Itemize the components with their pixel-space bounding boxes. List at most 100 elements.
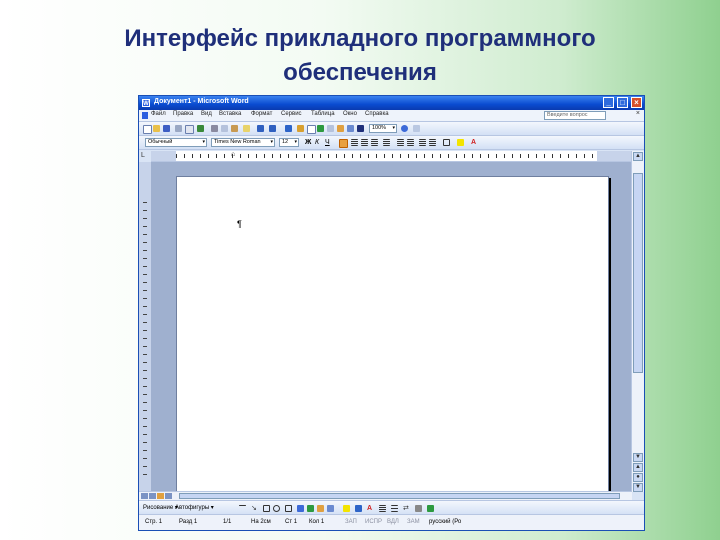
cut-icon[interactable] (211, 125, 218, 132)
read-icon[interactable] (413, 125, 420, 132)
slide-title-line2: обеспечения (283, 59, 437, 86)
tables-borders-icon[interactable] (297, 125, 304, 132)
clipart-icon[interactable] (317, 505, 324, 512)
shadow-icon[interactable] (415, 505, 422, 512)
textbox-icon[interactable] (285, 505, 292, 512)
outdent-icon[interactable] (419, 139, 426, 146)
rectangle-icon[interactable] (263, 505, 270, 512)
status-record[interactable]: ЗАП (345, 519, 357, 525)
horizontal-scroll-thumb[interactable] (179, 493, 620, 499)
menu-tools[interactable]: Сервис (281, 111, 302, 117)
menu-table[interactable]: Таблица (311, 111, 335, 117)
align-left-icon[interactable] (339, 139, 348, 148)
document-page[interactable]: ¶ (176, 176, 609, 492)
menu-help[interactable]: Справка (365, 111, 389, 117)
format-painter-icon[interactable] (243, 125, 250, 132)
menu-file[interactable]: Файл (151, 111, 166, 117)
prev-page-button[interactable]: ▲ (633, 463, 643, 472)
fill-color-icon[interactable] (343, 505, 350, 512)
menu-view[interactable]: Вид (201, 111, 212, 117)
arrow-icon[interactable]: ↘ (251, 505, 258, 512)
align-right-icon[interactable] (361, 139, 368, 146)
scroll-thumb[interactable] (633, 173, 643, 373)
help-search-input[interactable]: Введите вопрос (544, 111, 606, 120)
3d-icon[interactable] (427, 505, 434, 512)
indent-marker[interactable]: ⌂ (231, 151, 235, 159)
normal-view-icon[interactable] (141, 493, 148, 499)
redo-icon[interactable] (269, 125, 276, 132)
maximize-button[interactable]: □ (617, 97, 629, 108)
bullets-icon[interactable] (407, 139, 414, 146)
preview-icon[interactable] (185, 125, 194, 134)
draw-font-color-icon[interactable]: A (367, 505, 374, 512)
menu-format[interactable]: Формат (251, 111, 272, 117)
document-close-button[interactable]: × (636, 110, 640, 117)
ruler-ticks (176, 154, 597, 158)
window-titlebar[interactable]: W Документ1 - Microsoft Word _ □ × (139, 96, 644, 110)
help-icon[interactable] (401, 125, 408, 132)
diagram-icon[interactable] (307, 505, 314, 512)
select-browse-object-button[interactable]: ● (633, 473, 643, 482)
line-spacing-icon[interactable] (383, 139, 390, 146)
menu-edit[interactable]: Правка (173, 111, 193, 117)
align-center-icon[interactable] (351, 139, 358, 146)
next-page-button[interactable]: ▼ (633, 483, 643, 492)
new-icon[interactable] (143, 125, 152, 134)
paste-icon[interactable] (231, 125, 238, 132)
hyperlink-icon[interactable] (285, 125, 292, 132)
arrow-style-icon[interactable]: ⇄ (403, 505, 410, 512)
columns-icon[interactable] (327, 125, 334, 132)
style-select[interactable]: Обычный ▾ (145, 138, 207, 147)
document-workspace: ¶ (151, 162, 632, 492)
save-icon[interactable] (163, 125, 170, 132)
draw-menu[interactable]: Рисование ▾ (143, 504, 178, 511)
document-icon[interactable] (142, 112, 148, 119)
size-select[interactable]: 12 ▾ (279, 138, 299, 147)
font-color-icon[interactable]: A (471, 139, 478, 146)
outline-view-icon[interactable] (165, 493, 172, 499)
undo-icon[interactable] (257, 125, 264, 132)
tab-selector[interactable]: L (141, 152, 149, 160)
highlight-icon[interactable] (457, 139, 464, 146)
oval-icon[interactable] (273, 505, 280, 512)
status-track[interactable]: ИСПР (365, 519, 382, 525)
italic-icon[interactable]: К (315, 139, 322, 146)
excel-icon[interactable] (317, 125, 324, 132)
paragraph-icon[interactable] (357, 125, 364, 132)
indent-icon[interactable] (429, 139, 436, 146)
wordart-icon[interactable] (297, 505, 304, 512)
word-app-icon[interactable]: W (142, 99, 150, 107)
docmap-icon[interactable] (347, 125, 354, 132)
scroll-up-button[interactable]: ▲ (633, 152, 643, 161)
copy-icon[interactable] (221, 125, 228, 132)
minimize-button[interactable]: _ (603, 97, 615, 108)
underline-icon[interactable]: Ч (325, 139, 332, 146)
autoshapes-menu[interactable]: Автофигуры ▾ (175, 504, 214, 511)
zoom-select[interactable]: 100% ▾ (369, 124, 397, 133)
table-icon[interactable] (307, 125, 316, 134)
justify-icon[interactable] (371, 139, 378, 146)
horizontal-ruler[interactable]: ⌂ (151, 151, 632, 162)
bold-icon[interactable]: Ж (305, 139, 312, 146)
picture-icon[interactable] (327, 505, 334, 512)
scroll-down-button[interactable]: ▼ (633, 453, 643, 462)
spelling-icon[interactable] (197, 125, 204, 132)
print-icon[interactable] (175, 125, 182, 132)
font-select[interactable]: Times New Roman ▾ (211, 138, 275, 147)
menu-window[interactable]: Окно (343, 111, 357, 117)
status-overtype[interactable]: ЗАМ (407, 519, 420, 525)
vertical-scrollbar[interactable]: ▲ ▼ ▲ ● ▼ (631, 151, 644, 492)
line-icon[interactable] (239, 505, 246, 506)
line-color-icon[interactable] (355, 505, 362, 512)
drawing-icon[interactable] (337, 125, 344, 132)
web-view-icon[interactable] (149, 493, 156, 499)
line-style-icon[interactable] (379, 505, 386, 512)
open-icon[interactable] (153, 125, 160, 132)
border-icon[interactable] (443, 139, 450, 146)
status-extend[interactable]: ВДЛ (387, 519, 399, 525)
dash-style-icon[interactable] (391, 505, 398, 512)
print-layout-icon[interactable] (157, 493, 164, 499)
menu-insert[interactable]: Вставка (219, 111, 241, 117)
close-button[interactable]: × (631, 97, 642, 108)
numbering-icon[interactable] (397, 139, 404, 146)
